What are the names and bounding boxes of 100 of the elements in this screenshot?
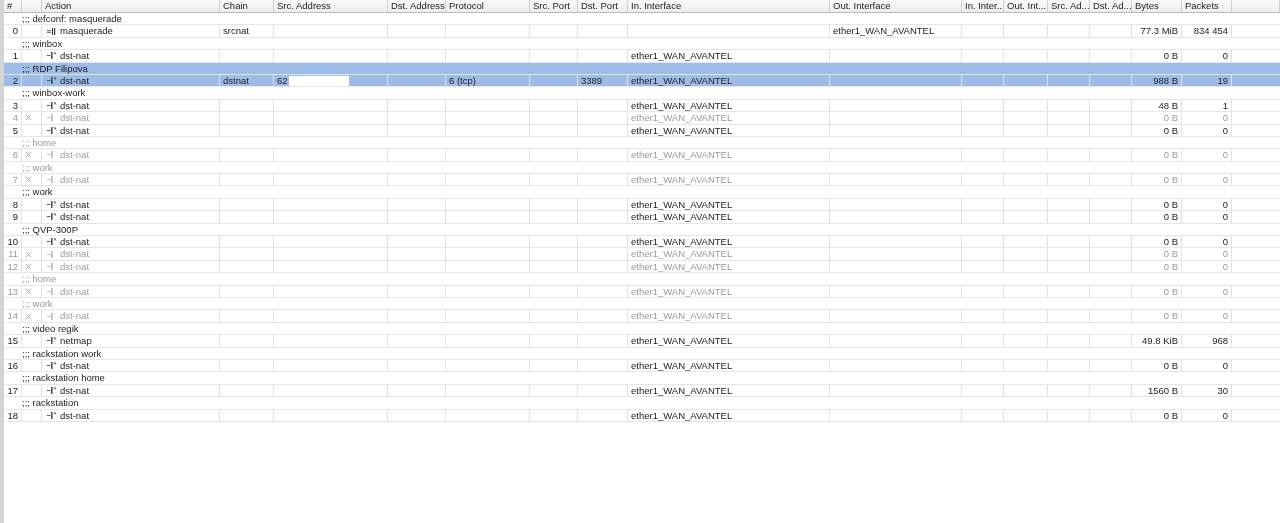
table-cell — [1048, 99, 1090, 113]
rule-number: 3 — [4, 99, 22, 113]
column-header[interactable] — [1232, 0, 1280, 13]
table-cell — [220, 198, 274, 212]
column-header[interactable] — [22, 0, 42, 13]
table-cell — [22, 384, 42, 398]
rule-number: 5 — [4, 124, 22, 137]
rule-number: 8 — [4, 198, 22, 212]
column-header[interactable]: Protocol — [446, 0, 530, 13]
table-cell — [962, 124, 1004, 137]
table-cell — [388, 149, 446, 162]
rule-number: 18 — [4, 409, 22, 422]
table-cell — [1004, 236, 1048, 249]
table-cell — [220, 211, 274, 224]
rule-number: 6 — [4, 149, 22, 162]
table-cell — [578, 285, 628, 298]
column-header[interactable]: Packets — [1182, 0, 1232, 13]
column-header[interactable]: Src. Address — [274, 0, 388, 13]
table-cell: 0 — [1182, 359, 1232, 373]
table-cell — [220, 409, 274, 422]
rule-comment[interactable]: ;;; winbox-work — [4, 87, 1280, 100]
table-cell: dst-nat — [42, 74, 220, 88]
rule-number: 15 — [4, 335, 22, 348]
column-header[interactable]: Out. Int... — [1004, 0, 1048, 13]
column-header[interactable]: In. Inter... — [962, 0, 1004, 13]
disabled-icon — [25, 114, 32, 122]
table-cell — [1090, 335, 1132, 348]
table-cell: ether1_WAN_AVANTEL — [628, 409, 830, 422]
table-cell — [578, 310, 628, 323]
table-cell — [578, 211, 628, 224]
table-cell: 0 — [1182, 409, 1232, 422]
column-header[interactable]: Bytes — [1132, 0, 1182, 13]
table-cell: 0 — [1182, 124, 1232, 137]
rule-comment[interactable]: ;;; defconf: masquerade — [4, 13, 1280, 26]
column-header[interactable]: # — [4, 0, 22, 13]
rule-comment[interactable]: ;;; rackstation — [4, 397, 1280, 410]
table-cell — [22, 124, 42, 137]
table-cell — [1004, 285, 1048, 298]
table-cell: ether1_WAN_AVANTEL — [628, 310, 830, 323]
table-cell: ether1_WAN_AVANTEL — [628, 285, 830, 298]
rule-row[interactable]: 0 masquerade srcnat ether1_WAN_AVANTEL 77.3 MiB 834 454 — [4, 25, 1280, 38]
table-cell: dst-nat — [42, 248, 220, 261]
table-cell — [1048, 112, 1090, 125]
rule-comment[interactable]: ;;; rackstation work — [4, 347, 1280, 360]
table-cell: 988 B — [1132, 74, 1182, 88]
table-cell — [962, 285, 1004, 298]
table-cell — [962, 174, 1004, 187]
table-cell: masquerade — [42, 25, 220, 38]
column-header[interactable]: In. Interface — [628, 0, 830, 13]
table-cell — [1048, 124, 1090, 137]
table-cell: dstnat — [220, 74, 274, 88]
table-cell — [22, 335, 42, 348]
column-header[interactable]: Src. Port — [530, 0, 578, 13]
table-cell: ether1_WAN_AVANTEL — [628, 174, 830, 187]
rule-comment[interactable]: ;;; rackstation home — [4, 372, 1280, 385]
column-header[interactable]: Dst. Address — [388, 0, 446, 13]
column-header[interactable]: Dst. Port — [578, 0, 628, 13]
table-cell — [220, 260, 274, 274]
table-cell — [962, 409, 1004, 422]
table-cell: 0 — [1182, 310, 1232, 323]
rule-comment[interactable]: ;;; winbox — [4, 37, 1280, 51]
table-cell: ether1_WAN_AVANTEL — [628, 198, 830, 212]
rule-comment[interactable]: ;;; video regik — [4, 322, 1280, 336]
column-header[interactable]: Src. Ad... — [1048, 0, 1090, 13]
table-cell: 30 — [1182, 384, 1232, 398]
column-header[interactable]: Out. Interface — [830, 0, 962, 13]
table-cell — [1004, 50, 1048, 63]
table-cell — [1004, 99, 1048, 113]
table-cell: dst-nat — [42, 384, 220, 398]
rule-row[interactable]: 8 dst-nat ether1_WAN_AVANTEL 0 B 0 — [4, 198, 1280, 212]
table-cell — [388, 359, 446, 373]
column-header[interactable]: Action — [42, 0, 220, 13]
table-cell: ether1_WAN_AVANTEL — [628, 211, 830, 224]
rule-row[interactable]: 18 dst-nat ether1_WAN_AVANTEL 0 B 0 — [4, 409, 1280, 422]
rule-row[interactable]: 1 dst-nat ether1_WAN_AVANTEL 0 B 0 — [4, 50, 1280, 63]
column-header[interactable]: Dst. Ad... — [1090, 0, 1132, 13]
rule-row[interactable]: 15 netmap ether1_WAN_AVANTEL 49.8 KiB 968 — [4, 335, 1280, 348]
table-cell — [578, 384, 628, 398]
table-cell — [530, 74, 578, 88]
rule-row[interactable]: 10 dst-nat ether1_WAN_AVANTEL 0 B 0 — [4, 236, 1280, 249]
table-cell: 0 — [1182, 236, 1232, 249]
rule-row[interactable]: 5 dst-nat ether1_WAN_AVANTEL 0 B 0 — [4, 124, 1280, 137]
table-cell — [962, 335, 1004, 348]
rule-row[interactable]: 16 dst-nat ether1_WAN_AVANTEL 0 B 0 — [4, 359, 1280, 373]
table-cell — [388, 335, 446, 348]
rule-comment[interactable]: ;;; QVP-300P — [4, 223, 1280, 237]
table-cell: 1 — [1182, 99, 1232, 113]
table-cell: 0 B — [1132, 248, 1182, 261]
table-cell: ether1_WAN_AVANTEL — [830, 25, 962, 38]
table-cell — [1090, 198, 1132, 212]
column-header[interactable]: Chain — [220, 0, 274, 13]
rule-row[interactable]: 17 dst-nat ether1_WAN_AVANTEL 1560 B 30 — [4, 384, 1280, 398]
table-cell — [1048, 236, 1090, 249]
table-cell: ether1_WAN_AVANTEL — [628, 248, 830, 261]
disabled-icon — [25, 151, 32, 159]
table-cell — [1004, 384, 1048, 398]
rule-row[interactable]: 3 dst-nat ether1_WAN_AVANTEL 48 B 1 — [4, 99, 1280, 113]
table-cell: ether1_WAN_AVANTEL — [628, 384, 830, 398]
rule-comment[interactable]: ;;; work — [4, 186, 1280, 199]
rule-row[interactable]: 9 dst-nat ether1_WAN_AVANTEL 0 B 0 — [4, 211, 1280, 224]
